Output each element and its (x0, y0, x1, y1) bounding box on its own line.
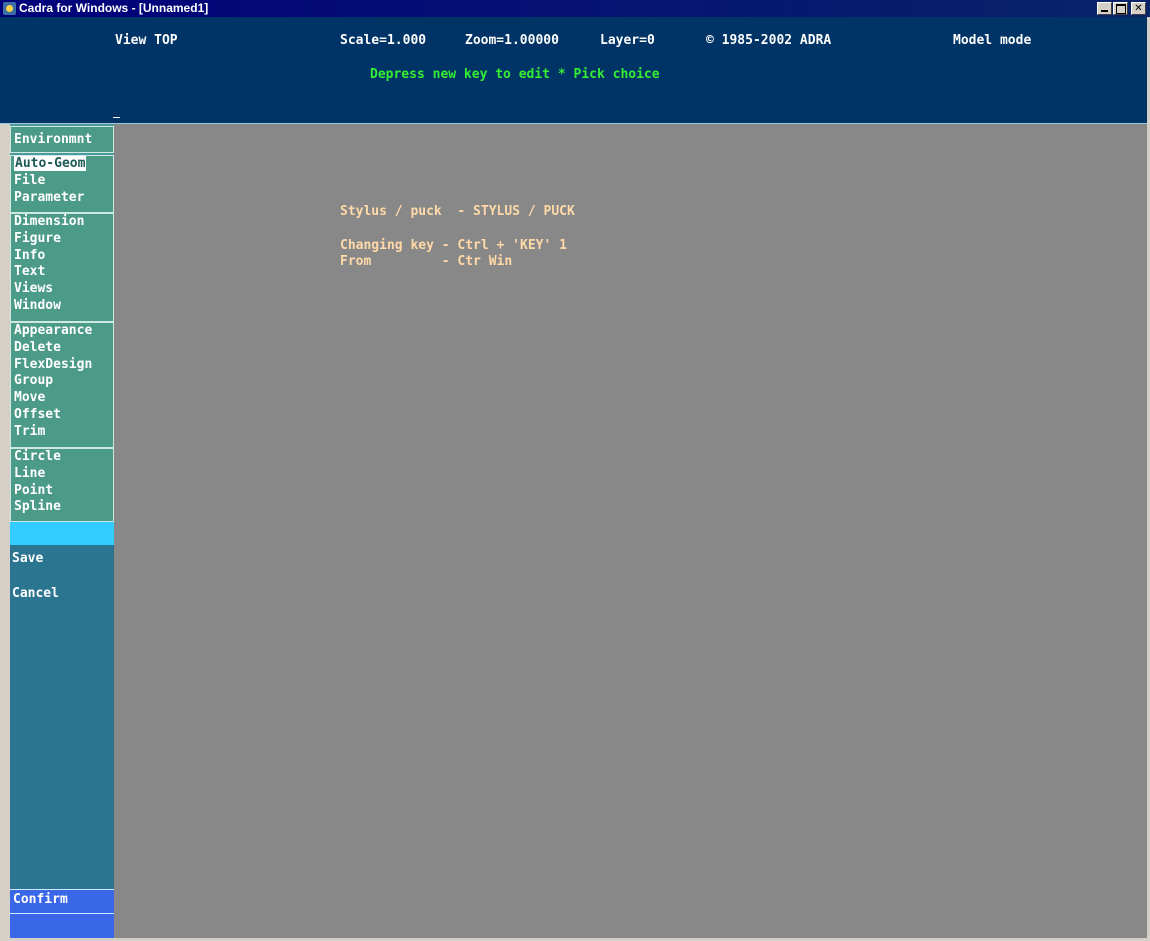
scale-indicator: Scale=1.000 (340, 33, 427, 48)
cancel-button[interactable]: Cancel (10, 586, 59, 603)
action-panel: Save Cancel (10, 545, 114, 889)
menu-item-spline[interactable]: Spline (11, 499, 113, 516)
menu-item-label: Figure (14, 230, 61, 246)
menu-group-annotate: Dimension Figure Info Text Views Window (10, 213, 114, 322)
menu-item-label: Move (14, 390, 46, 406)
menu-separator-bar (10, 522, 114, 545)
menu-item-label: Environmnt (14, 132, 93, 147)
menu-item-label: Views (14, 281, 54, 297)
minimize-icon (1101, 10, 1108, 12)
confirm-area: Confirm (10, 889, 114, 913)
menu-item-label: Appearance (14, 323, 93, 338)
menu-item-offset[interactable]: Offset (11, 407, 113, 424)
status-header: View TOP Scale=1.000 Zoom=1.00000 Layer=… (0, 17, 1150, 123)
menu-item-label: Parameter (14, 189, 85, 205)
text-cursor (113, 117, 120, 118)
menu-item-text[interactable]: Text (11, 264, 113, 281)
menu-item-move[interactable]: Move (11, 390, 113, 407)
side-menu: Environmnt Auto-Geom File Parameter Dimens… (10, 124, 114, 938)
copyright-text: © 1985-2002 ADRA (706, 33, 832, 48)
menu-item-label: Dimension (14, 214, 85, 229)
menu-item-window[interactable]: Window (11, 298, 113, 315)
menu-item-label: Info (14, 247, 46, 263)
menu-item-label: Text (14, 264, 46, 280)
menu-item-group[interactable]: Group (11, 373, 113, 390)
menu-item-delete[interactable]: Delete (11, 340, 113, 357)
window-title: Cadra for Windows - [Unnamed1] (19, 1, 209, 15)
command-prompt: Depress new key to edit * Pick choice (370, 67, 660, 82)
menu-group-modify: Appearance Delete FlexDesign Group Move Offse… (10, 322, 114, 448)
menu-item-label: Point (14, 482, 54, 498)
menu-item-figure[interactable]: Figure (11, 231, 113, 248)
menu-item-label: File (14, 172, 46, 188)
menu-item-appearance[interactable]: Appearance (11, 323, 113, 340)
menu-item-info[interactable]: Info (11, 248, 113, 265)
close-icon: ✕ (1134, 3, 1143, 14)
canvas-text-changing-key: Changing key - Ctrl + 'KEY' 1 (340, 238, 567, 253)
menu-item-trim[interactable]: Trim (11, 424, 113, 441)
menu-item-views[interactable]: Views (11, 281, 113, 298)
menu-item-file[interactable]: File (11, 173, 113, 190)
menu-item-label: Trim (14, 423, 46, 439)
maximize-button[interactable] (1113, 2, 1128, 15)
canvas-text-from: From - Ctr Win (340, 254, 513, 269)
menu-item-environmnt[interactable]: Environmnt (11, 132, 113, 149)
menu-item-label: Line (14, 465, 46, 481)
menu-item-label: Auto-Geom (14, 156, 87, 171)
menu-item-label: Spline (14, 499, 61, 515)
minimize-button[interactable] (1097, 2, 1112, 15)
menu-group-general: Auto-Geom File Parameter (10, 155, 114, 213)
zoom-indicator: Zoom=1.00000 (465, 33, 559, 48)
drawing-canvas[interactable]: Stylus / puck - STYLUS / PUCK Changing k… (114, 124, 1147, 938)
menu-item-label: Group (14, 373, 54, 389)
cadra-app-icon[interactable] (3, 2, 16, 15)
menu-item-label: FlexDesign (14, 356, 93, 372)
menu-item-line[interactable]: Line (11, 466, 113, 483)
layer-indicator: Layer=0 (600, 33, 655, 48)
menu-item-label: Offset (14, 406, 61, 422)
menu-item-parameter[interactable]: Parameter (11, 190, 113, 207)
menu-item-point[interactable]: Point (11, 483, 113, 500)
save-button[interactable]: Save (10, 551, 43, 568)
menu-item-flexdesign[interactable]: FlexDesign (11, 357, 113, 374)
confirm-button[interactable]: Confirm (10, 892, 68, 909)
menu-item-circle[interactable]: Circle (11, 449, 113, 466)
canvas-text-stylus: Stylus / puck - STYLUS / PUCK (340, 204, 575, 219)
title-bar[interactable]: Cadra for Windows - [Unnamed1] ✕ (0, 0, 1150, 17)
menu-item-label: Circle (14, 449, 61, 464)
menu-group-environment: Environmnt (10, 126, 114, 153)
close-button[interactable]: ✕ (1131, 2, 1146, 15)
menu-group-geometry: Circle Line Point Spline (10, 448, 114, 522)
menu-item-label: Window (14, 297, 61, 313)
menu-item-label: Delete (14, 339, 61, 355)
view-indicator: View TOP (115, 33, 178, 48)
menu-item-dimension[interactable]: Dimension (11, 214, 113, 231)
maximize-icon (1116, 4, 1126, 14)
mode-indicator: Model mode (953, 33, 1032, 48)
menu-bottom-strip (10, 913, 114, 938)
menu-item-auto-geom[interactable]: Auto-Geom (11, 156, 113, 173)
